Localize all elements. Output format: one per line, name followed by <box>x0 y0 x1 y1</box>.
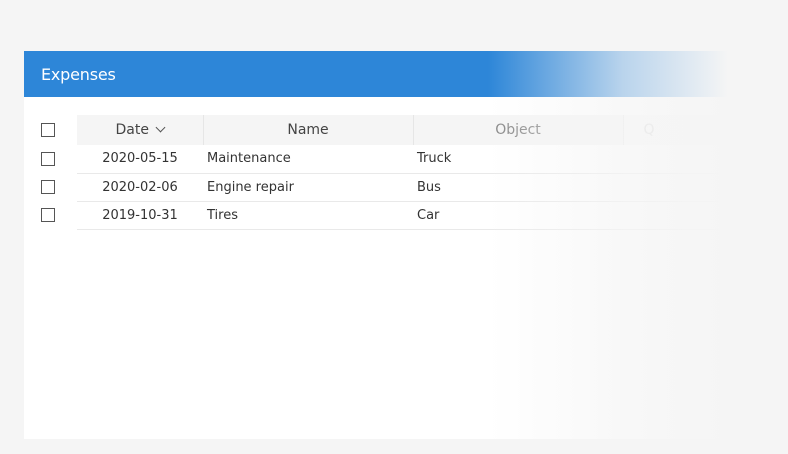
column-header-date-label: Date <box>115 122 149 138</box>
table-row[interactable]: 2020-05-15 Maintenance Truck <box>41 145 723 174</box>
table-row[interactable]: 2020-02-06 Engine repair Bus <box>41 173 723 202</box>
row-select-cell <box>41 201 77 229</box>
row-checkbox[interactable] <box>41 180 55 194</box>
row-select-cell <box>41 145 77 173</box>
fade-overlay <box>488 51 788 439</box>
panel-title: Expenses <box>41 64 116 84</box>
row-date: 2020-02-06 <box>77 173 203 202</box>
column-header-date[interactable]: Date <box>77 115 204 145</box>
row-date: 2019-10-31 <box>77 201 203 230</box>
row-name: Engine repair <box>203 173 413 202</box>
row-extra <box>623 173 723 202</box>
row-name: Tires <box>203 201 413 230</box>
select-all-checkbox[interactable] <box>41 123 55 137</box>
chevron-down-icon <box>155 122 166 133</box>
expenses-table-container: Date Name Object Q 2020-05-15 Maintenanc… <box>41 115 761 230</box>
row-checkbox[interactable] <box>41 152 55 166</box>
row-select-cell <box>41 173 77 201</box>
row-object: Truck <box>413 145 623 174</box>
table-header-row: Date Name Object Q <box>41 115 723 145</box>
column-header-extra-label: Q <box>643 122 655 138</box>
expenses-panel: Expenses Date Name Object Q 2020-05-15 M… <box>24 51 788 439</box>
row-name: Maintenance <box>203 145 413 174</box>
row-date: 2020-05-15 <box>77 145 203 174</box>
expenses-table: Date Name Object Q 2020-05-15 Maintenanc… <box>41 115 723 230</box>
page-background <box>0 0 788 51</box>
row-object: Bus <box>413 173 623 202</box>
panel-header: Expenses <box>24 51 788 97</box>
table-row[interactable]: 2019-10-31 Tires Car <box>41 201 723 230</box>
row-extra <box>623 201 723 230</box>
column-header-name-label: Name <box>287 122 329 138</box>
column-header-object-label: Object <box>495 122 541 138</box>
select-all-cell <box>41 115 77 145</box>
column-header-extra[interactable]: Q <box>623 115 723 145</box>
row-checkbox[interactable] <box>41 208 55 222</box>
row-object: Car <box>413 201 623 230</box>
column-header-object[interactable]: Object <box>413 115 624 145</box>
row-extra <box>623 145 723 174</box>
column-header-name[interactable]: Name <box>203 115 414 145</box>
